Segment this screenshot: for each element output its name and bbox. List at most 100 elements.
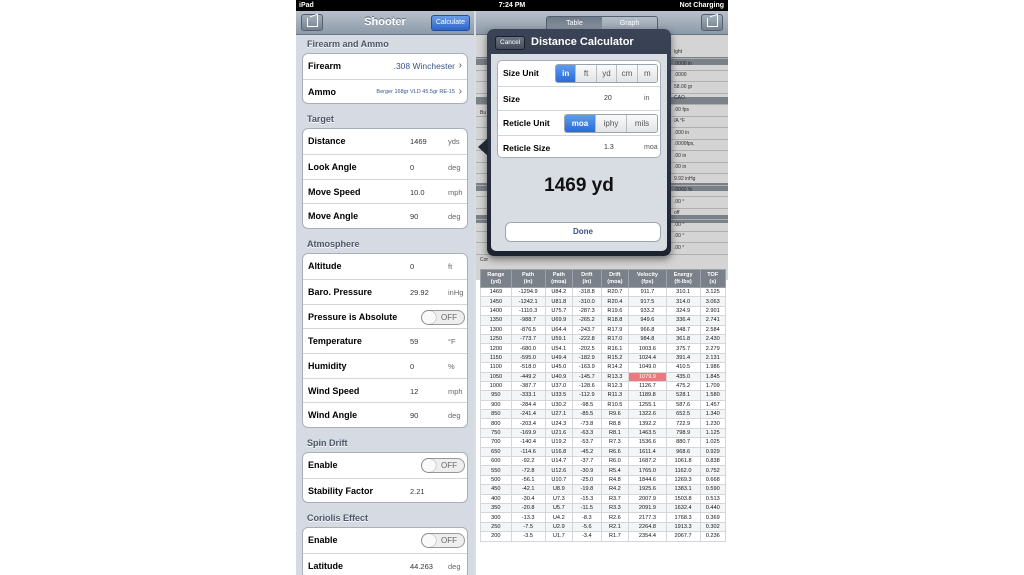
table-cell: 600 <box>480 456 512 467</box>
row-value[interactable]: 0 <box>410 262 414 271</box>
table-cell: U30.2 <box>544 399 574 411</box>
table-cell: 361.8 <box>665 333 701 345</box>
section-header: Spin Drift <box>307 437 348 448</box>
table-cell: -85.5 <box>572 409 602 420</box>
table-cell: 336.4 <box>665 315 701 326</box>
table-row: 1350 -988.7 U69.9 -265.2 R18.8 949.6 336.4 2.74… <box>480 315 727 326</box>
latitude-row[interactable]: Latitude 44.263 deg <box>303 553 467 575</box>
table-cell: 880.7 <box>665 437 701 448</box>
settings-list[interactable]: Firearm and Ammo Firearm .308 Winchester… <box>296 35 474 575</box>
size-unit-selector: in ft yd cm m <box>555 64 658 83</box>
header-title: TOF <box>707 271 719 278</box>
wind-angle-row[interactable]: Wind Angle 90 deg <box>303 402 467 427</box>
look-angle-row[interactable]: Look Angle 0 deg <box>303 154 467 179</box>
coriolis-toggle[interactable]: OFF <box>421 533 465 549</box>
battery-status: Not Charging <box>679 2 724 9</box>
table-cell: R11.3 <box>600 390 630 401</box>
table-cell: U19.2 <box>544 437 574 448</box>
humidity-row[interactable]: Humidity 0% <box>303 352 467 378</box>
cancel-button[interactable]: Cancel <box>495 36 526 50</box>
table-cell: -265.2 <box>572 315 602 326</box>
table-cell: -202.5 <box>572 343 602 354</box>
table-row: 1150 -595.0 U49.4 -182.9 R15.2 1024.4 391.4 2.1… <box>480 352 727 364</box>
firearm-row[interactable]: Firearm .308 Winchester › <box>303 54 467 79</box>
table-cell: -19.8 <box>572 484 602 495</box>
row-value[interactable]: 44.263 <box>410 562 433 571</box>
row-value[interactable]: 0 <box>410 163 414 172</box>
row-value[interactable]: 10.0 <box>410 188 425 197</box>
export-button[interactable] <box>701 14 723 31</box>
ammo-value: Berger 168gr VLD 45.5gr RE-15 <box>376 88 455 95</box>
altitude-row[interactable]: Altitude 0 ft <box>303 254 467 279</box>
table-cell: -98.5 <box>572 399 602 411</box>
size-unit-option-cm[interactable]: cm <box>616 65 637 82</box>
size-unit-option-yd[interactable]: yd <box>595 65 617 82</box>
temperature-row[interactable]: Temperature 59 °F <box>303 328 467 353</box>
size-value[interactable]: 20 <box>604 95 612 102</box>
table-cell: 400 <box>480 493 512 505</box>
row-value[interactable]: 29.92 <box>410 288 429 297</box>
reticle-size-row[interactable]: Reticle Size 1.3 moa <box>498 134 660 160</box>
distance-row[interactable]: Distance 1469 yds <box>303 129 467 154</box>
table-cell: 200 <box>480 531 512 542</box>
table-cell: U69.9 <box>544 315 574 326</box>
row-label: Size <box>503 93 521 104</box>
reticle-size-value[interactable]: 1.3 <box>604 144 614 151</box>
move-angle-row[interactable]: Move Angle 90 deg <box>303 203 467 228</box>
row-value[interactable]: 12 <box>410 387 418 396</box>
table-cell: 1450 <box>480 296 512 307</box>
left-nav-bar: Shooter Calculate <box>296 11 474 35</box>
table-cell: U8.9 <box>544 484 574 495</box>
table-row: 400 -30.4 U7.3 -15.3 R3.7 2007.9 1503.8 0.513 <box>480 493 727 505</box>
wind-speed-row[interactable]: Wind Speed 12 mph <box>303 377 467 403</box>
row-value[interactable]: 0 <box>410 362 414 371</box>
firearm-group: Firearm .308 Winchester › Ammo Berger 16… <box>302 53 468 105</box>
table-cell: 1.986 <box>699 362 727 373</box>
status-bar: iPad 7:24 PM Not Charging <box>296 0 728 11</box>
row-value[interactable]: 90 <box>410 212 418 221</box>
table-cell: -169.9 <box>510 427 546 439</box>
stability-factor-row[interactable]: Stability Factor 2.21 <box>303 477 467 503</box>
spin-drift-toggle[interactable]: OFF <box>421 457 465 473</box>
size-unit-option-ft[interactable]: ft <box>575 65 596 82</box>
table-cell: -1110.3 <box>510 305 546 317</box>
ammo-row[interactable]: Ammo Berger 168gr VLD 45.5gr RE-15 › <box>303 78 467 104</box>
reticle-unit-option-mils[interactable]: mils <box>626 115 657 132</box>
table-cell: 917.5 <box>628 296 667 307</box>
row-label: Firearm <box>308 61 342 71</box>
table-cell: 1611.4 <box>628 446 667 458</box>
table-cell: 1.025 <box>699 437 727 448</box>
size-unit-option-in[interactable]: in <box>556 65 576 82</box>
table-cell: R17.0 <box>600 333 630 345</box>
move-speed-row[interactable]: Move Speed 10.0 mph <box>303 178 467 204</box>
row-label: Temperature <box>308 336 362 347</box>
table-cell: 2.430 <box>699 333 727 345</box>
table-cell: U10.7 <box>544 474 574 486</box>
section-header: Coriolis Effect <box>307 513 369 524</box>
table-cell: 984.8 <box>628 333 667 345</box>
done-button[interactable]: Done <box>505 222 661 242</box>
table-cell: R20.7 <box>600 286 630 298</box>
row-value[interactable]: 1469 <box>410 137 427 146</box>
table-cell: 2.279 <box>699 343 727 354</box>
table-cell: 1350 <box>480 315 512 326</box>
size-unit-option-m[interactable]: m <box>636 65 657 82</box>
table-cell: -140.4 <box>510 437 546 448</box>
header-unit: (in) <box>523 278 533 285</box>
table-cell: 1300 <box>480 324 512 335</box>
table-row: 1000 -387.7 U37.0 -128.6 R12.3 1126.7 475.2 1.7… <box>480 380 727 392</box>
reticle-unit-option-moa[interactable]: moa <box>565 115 595 132</box>
table-cell: 911.7 <box>628 286 667 298</box>
pressure-absolute-toggle[interactable]: OFF <box>421 309 465 325</box>
table-cell: 0.838 <box>699 456 727 467</box>
row-value[interactable]: 90 <box>410 411 418 420</box>
reticle-unit-option-iphy[interactable]: iphy <box>595 115 626 132</box>
column-header: Range (yd) <box>480 269 512 288</box>
baro-pressure-row[interactable]: Baro. Pressure 29.92 inHg <box>303 278 467 304</box>
row-label: Move Speed <box>308 186 361 197</box>
table-cell: 1400 <box>480 305 512 317</box>
calculate-button[interactable]: Calculate <box>430 15 470 31</box>
size-row[interactable]: Size 20 in <box>498 85 660 111</box>
row-value[interactable]: 59 <box>410 337 418 346</box>
row-value[interactable]: 2.21 <box>410 487 425 496</box>
